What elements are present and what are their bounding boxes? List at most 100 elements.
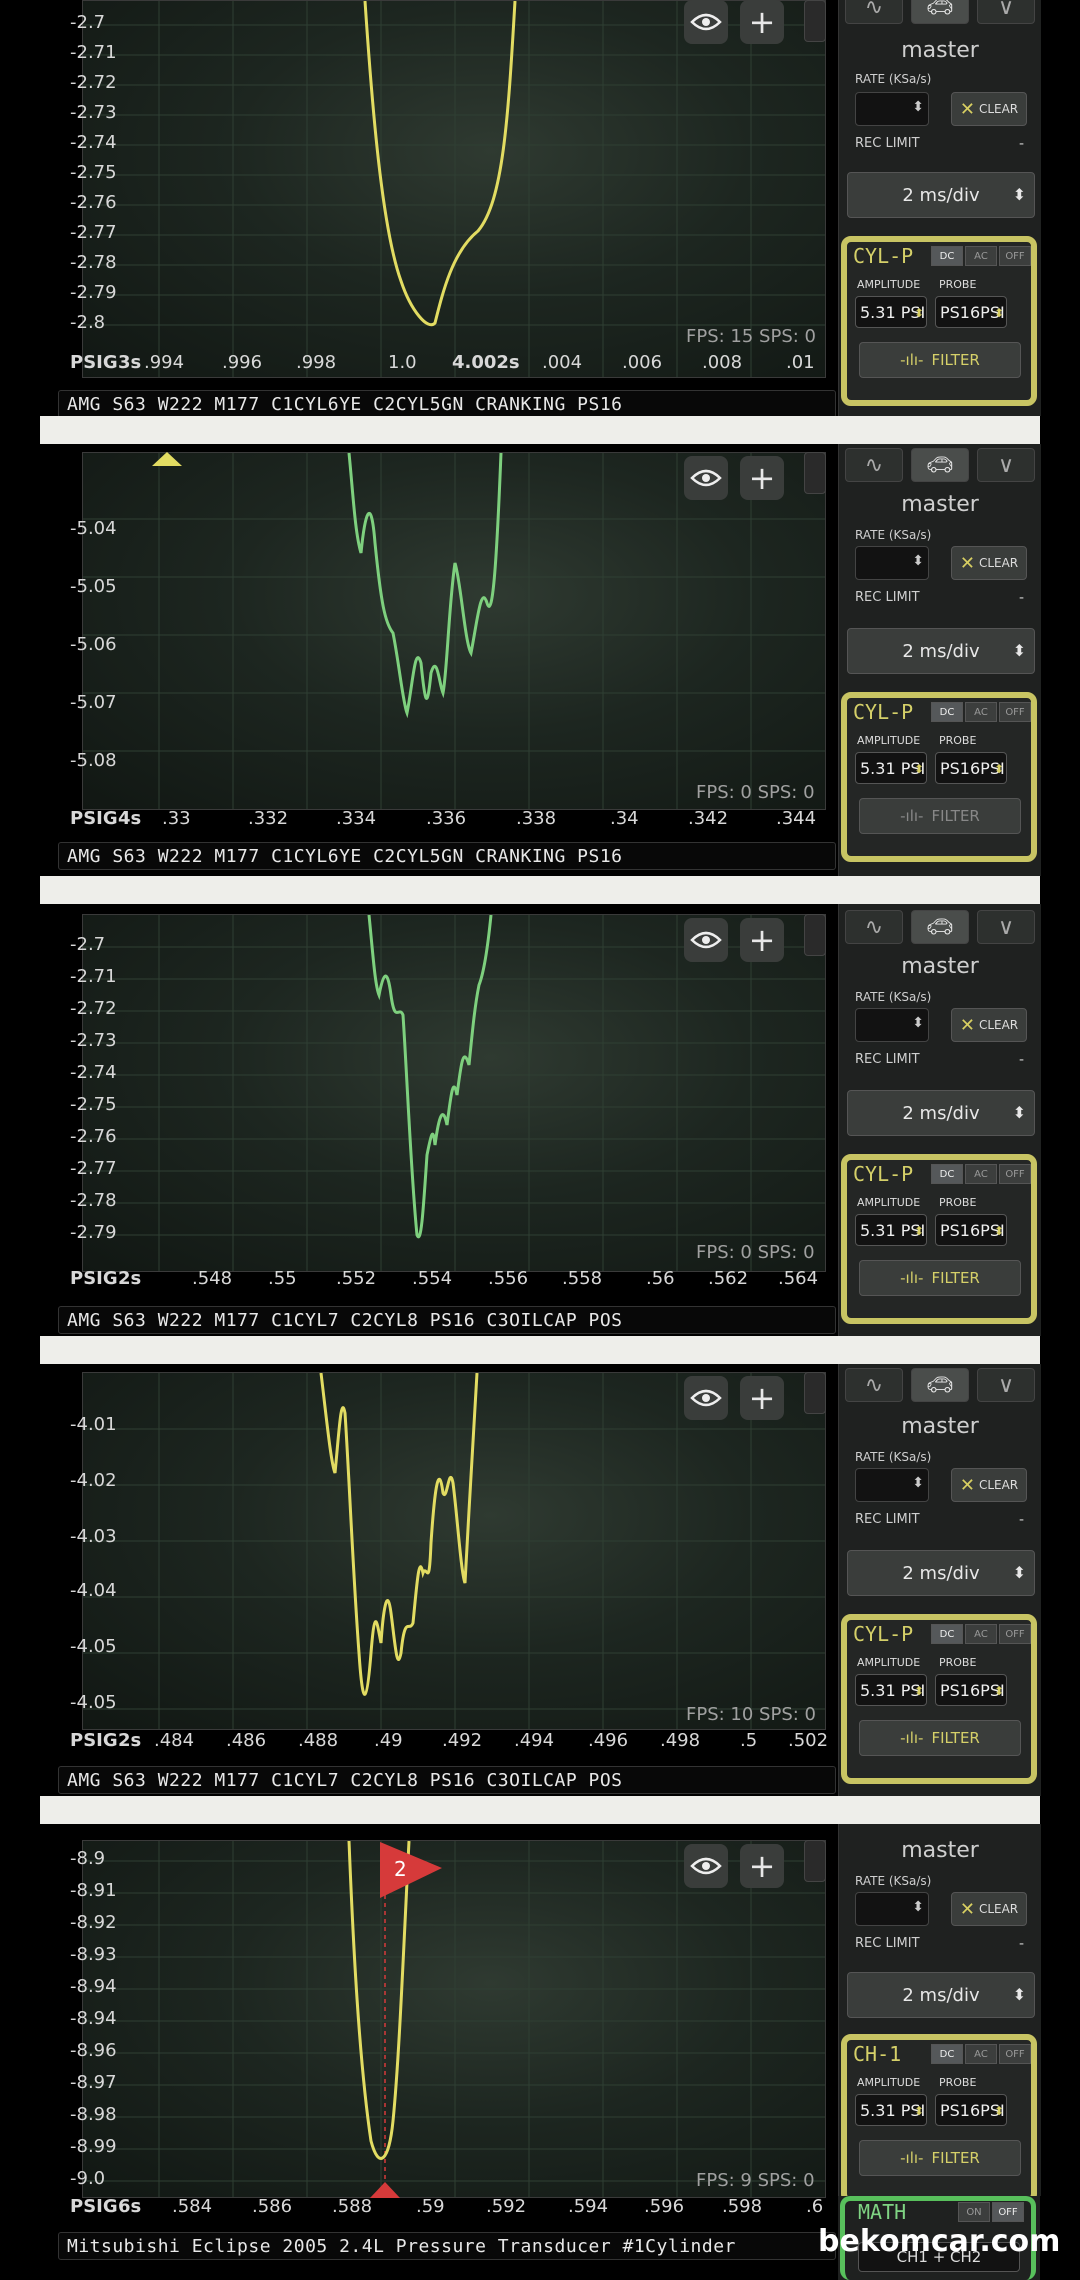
math-toggle: ON OFF	[958, 2202, 1024, 2222]
clear-button[interactable]: ✕ CLEAR	[951, 92, 1027, 126]
eye-icon	[690, 1389, 722, 1407]
watermark: bekomcar.com	[818, 2224, 1061, 2259]
chevron-down-icon[interactable]: ∨	[977, 1368, 1035, 1402]
y-axis-label: -8.97	[70, 2072, 117, 2093]
off-button[interactable]: OFF	[999, 246, 1031, 266]
probe-select[interactable]: PS16PSI	[935, 752, 1007, 784]
x-unit: PSIG	[70, 352, 118, 373]
waveform-icon: -ılı-	[900, 1269, 924, 1287]
filter-button[interactable]: -ılı- FILTER	[859, 342, 1021, 378]
x-axis: PSIG 2s .548 .55 .552 .554 .556 .558 .56…	[62, 1268, 830, 1294]
scroll-handle[interactable]	[804, 452, 826, 494]
amplitude-select[interactable]: 5.31 PSI	[855, 2094, 927, 2126]
clear-button[interactable]: ✕ CLEAR	[951, 1892, 1027, 1926]
trigger-marker-icon[interactable]	[152, 452, 182, 468]
rate-stepper[interactable]	[855, 1008, 929, 1042]
dc-button[interactable]: DC	[931, 246, 963, 266]
rec-limit-label: REC LIMIT	[855, 1936, 920, 1951]
wave-mode-icon[interactable]: ∿	[845, 1368, 903, 1402]
probe-select[interactable]: PS16PSI	[935, 1214, 1007, 1246]
amplitude-select[interactable]: 5.31 PSI	[855, 296, 927, 328]
ac-button[interactable]: AC	[965, 2044, 997, 2064]
add-button[interactable]: +	[740, 456, 784, 500]
ac-button[interactable]: AC	[965, 1624, 997, 1644]
dc-button[interactable]: DC	[931, 1624, 963, 1644]
dc-button[interactable]: DC	[931, 1164, 963, 1184]
add-button[interactable]: +	[740, 1376, 784, 1420]
scroll-handle[interactable]	[804, 914, 826, 956]
dc-button[interactable]: DC	[931, 2044, 963, 2064]
channel-label: AMG S63 W222 M177 C1CYL7 C2CYL8 PS16 C3O…	[58, 1766, 836, 1794]
waveform-plot[interactable]	[82, 452, 826, 810]
timebase-select[interactable]: 2 ms/div ⬍	[847, 1550, 1035, 1596]
amplitude-select[interactable]: 5.31 PSI	[855, 1674, 927, 1706]
rate-stepper[interactable]	[855, 92, 929, 126]
updown-icon: ⬍	[1012, 1103, 1026, 1122]
rate-stepper[interactable]	[855, 1892, 929, 1926]
chevron-down-icon[interactable]: ∨	[977, 0, 1035, 24]
car-mode-icon[interactable]: 🚗︎	[911, 448, 969, 482]
ac-button[interactable]: AC	[965, 702, 997, 722]
probe-select[interactable]: PS16PSI	[935, 296, 1007, 328]
timebase-select[interactable]: 2 ms/div ⬍	[847, 1972, 1035, 2018]
car-mode-icon[interactable]: 🚗︎	[911, 910, 969, 944]
ac-button[interactable]: AC	[965, 246, 997, 266]
filter-button[interactable]: -ılı- FILTER	[859, 2140, 1021, 2176]
off-button[interactable]: OFF	[999, 2044, 1031, 2064]
scope-panel-2: -5.04 -5.05 -5.06 -5.07 -5.08 PSIG 4s .3…	[0, 444, 1080, 876]
math-off-button[interactable]: OFF	[992, 2202, 1024, 2222]
waveform-plot[interactable]	[82, 1372, 826, 1730]
rate-stepper[interactable]	[855, 1468, 929, 1502]
amplitude-select[interactable]: 5.31 PSI	[855, 752, 927, 784]
filter-button[interactable]: -ılı- FILTER	[859, 1720, 1021, 1756]
amplitude-select[interactable]: 5.31 PSI	[855, 1214, 927, 1246]
scroll-handle[interactable]	[804, 1372, 826, 1414]
math-on-button[interactable]: ON	[958, 2202, 990, 2222]
waveform-svg	[83, 1373, 825, 1729]
off-button[interactable]: OFF	[999, 1624, 1031, 1644]
timebase-select[interactable]: 2 ms/div ⬍	[847, 172, 1035, 218]
visibility-button[interactable]	[684, 918, 728, 962]
y-axis-label: -8.94	[70, 2008, 117, 2029]
wave-mode-icon[interactable]: ∿	[845, 448, 903, 482]
rate-stepper[interactable]	[855, 546, 929, 580]
channel-control: CYL-P DC AC OFF AMPLITUDE PROBE 5.31 PSI…	[841, 692, 1037, 862]
wave-mode-icon[interactable]: ∿	[845, 0, 903, 24]
timebase-select[interactable]: 2 ms/div ⬍	[847, 628, 1035, 674]
add-button[interactable]: +	[740, 1844, 784, 1888]
rec-limit-value: -	[1019, 136, 1025, 152]
x-tick-label: .6	[806, 2196, 824, 2217]
visibility-button[interactable]	[684, 456, 728, 500]
dc-button[interactable]: DC	[931, 702, 963, 722]
chevron-down-icon[interactable]: ∨	[977, 910, 1035, 944]
x-div: 4s	[118, 808, 142, 829]
visibility-button[interactable]	[684, 1844, 728, 1888]
visibility-button[interactable]	[684, 0, 728, 44]
waveform-plot[interactable]	[82, 1840, 826, 2198]
wave-mode-icon[interactable]: ∿	[845, 910, 903, 944]
chevron-down-icon[interactable]: ∨	[977, 448, 1035, 482]
waveform-plot[interactable]	[82, 0, 826, 378]
off-button[interactable]: OFF	[999, 1164, 1031, 1184]
add-button[interactable]: +	[740, 0, 784, 44]
ac-button[interactable]: AC	[965, 1164, 997, 1184]
car-mode-icon[interactable]: 🚗︎	[911, 0, 969, 24]
scroll-handle[interactable]	[804, 1840, 826, 1882]
off-button[interactable]: OFF	[999, 702, 1031, 722]
measure-marker-icon[interactable]: 2	[380, 1842, 442, 1898]
probe-select[interactable]: PS16PSI	[935, 1674, 1007, 1706]
timebase-select[interactable]: 2 ms/div ⬍	[847, 1090, 1035, 1136]
visibility-button[interactable]	[684, 1376, 728, 1420]
car-mode-icon[interactable]: 🚗︎	[911, 1368, 969, 1402]
waveform-svg	[83, 915, 825, 1271]
filter-button[interactable]: -ılı- FILTER	[859, 1260, 1021, 1296]
waveform-plot[interactable]	[82, 914, 826, 1272]
filter-button[interactable]: -ılı- FILTER	[859, 798, 1021, 834]
clear-button[interactable]: ✕ CLEAR	[951, 1008, 1027, 1042]
probe-select[interactable]: PS16PSI	[935, 2094, 1007, 2126]
clear-button[interactable]: ✕ CLEAR	[951, 546, 1027, 580]
scroll-handle[interactable]	[804, 0, 826, 42]
x-unit: PSIG	[70, 2196, 118, 2217]
clear-button[interactable]: ✕ CLEAR	[951, 1468, 1027, 1502]
add-button[interactable]: +	[740, 918, 784, 962]
